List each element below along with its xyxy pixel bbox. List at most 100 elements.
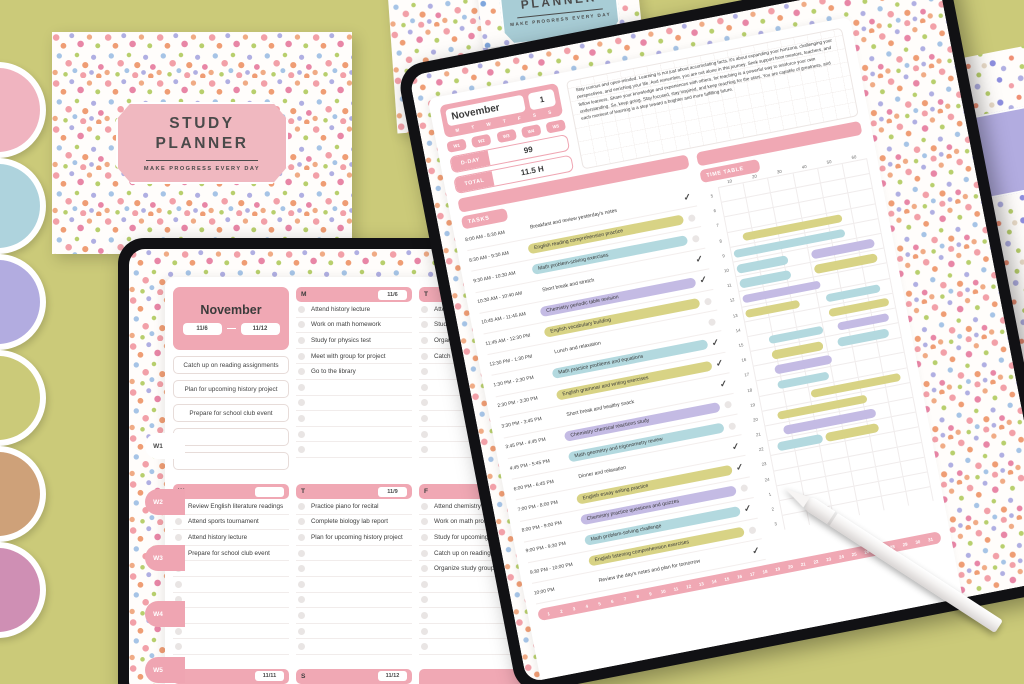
day-strip-number[interactable]: 24 (835, 553, 849, 560)
task-checkbox[interactable]: ✓ (747, 545, 764, 557)
weekly-task-row[interactable] (296, 593, 412, 609)
task-checkbox[interactable] (723, 421, 740, 431)
task-checkbox[interactable]: ✓ (731, 461, 748, 474)
checkbox-circle-icon[interactable] (723, 401, 732, 410)
day-strip-number[interactable]: 19 (771, 565, 785, 572)
checkbox-circle-icon[interactable] (298, 321, 305, 329)
checkbox-circle-icon[interactable] (298, 518, 305, 526)
weekly-goal-4[interactable] (173, 428, 289, 446)
task-checkbox[interactable]: ✓ (727, 441, 744, 453)
checkbox-circle-icon[interactable] (727, 421, 736, 431)
color-tab-tan[interactable] (0, 446, 46, 542)
checkbox-circle-icon[interactable] (739, 484, 748, 493)
weekly-task-row[interactable] (296, 427, 412, 443)
weekly-task-row[interactable] (173, 624, 289, 640)
checkbox-circle-icon[interactable] (298, 368, 305, 376)
checkbox-circle-icon[interactable] (298, 399, 305, 407)
checkbox-circle-icon[interactable] (298, 502, 305, 510)
task-checkbox[interactable] (735, 483, 752, 493)
day-strip-number[interactable]: 14 (707, 578, 721, 585)
daily-week-chip-w4[interactable]: W4 (520, 124, 542, 139)
weekly-date-chip[interactable]: 11/6 (378, 289, 407, 300)
checkbox-circle-icon[interactable] (421, 414, 428, 422)
color-tab-mauve[interactable] (0, 542, 46, 638)
color-tab-olive[interactable] (0, 350, 46, 446)
checkbox-circle-icon[interactable] (298, 596, 305, 604)
checkbox-circle-icon[interactable] (707, 317, 716, 327)
checkbox-circle-icon[interactable] (298, 336, 305, 344)
checkbox-circle-icon[interactable] (298, 549, 305, 557)
daily-day-number[interactable]: 1 (527, 88, 557, 111)
checkbox-circle-icon[interactable] (421, 446, 428, 454)
weekly-date-chip[interactable] (255, 486, 284, 497)
weekly-task-row[interactable] (296, 396, 412, 412)
weekly-day-saturday[interactable]: S11/11Complete homework assignments (173, 668, 289, 684)
weekly-task-row[interactable] (296, 624, 412, 640)
weekly-task-row[interactable]: Work on math homework (296, 318, 412, 334)
weekly-task-row[interactable] (296, 561, 412, 577)
weekly-day-thursday[interactable]: T 11/9 Practice piano for recital Complete … (296, 484, 412, 655)
day-strip-number[interactable]: 23 (822, 555, 836, 562)
weekly-day-monday[interactable]: M 11/6 Attend history lecture Work on math … (296, 287, 412, 470)
checkbox-circle-icon[interactable] (421, 643, 428, 651)
checkbox-circle-icon[interactable] (421, 627, 428, 635)
weekly-date-chip[interactable]: 11/11 (255, 671, 284, 682)
task-checkbox[interactable] (699, 296, 716, 306)
range-start-chip[interactable]: 11/6 (182, 322, 222, 335)
weekly-task-row[interactable] (173, 608, 289, 624)
task-checkbox[interactable]: ✓ (715, 378, 732, 390)
checkbox-circle-icon[interactable] (421, 518, 428, 526)
task-checkbox[interactable] (719, 400, 736, 410)
day-strip-number[interactable]: 16 (733, 573, 747, 580)
checkbox-circle-icon[interactable] (298, 446, 305, 454)
checkbox-circle-icon[interactable] (687, 213, 696, 223)
checkbox-circle-icon[interactable] (298, 533, 305, 541)
day-strip-number[interactable]: 21 (796, 560, 810, 567)
weekly-date-chip[interactable]: 11/9 (378, 486, 407, 497)
week-tab-list[interactable]: W1 W2 W3 W4 W5 (145, 433, 185, 683)
checkbox-circle-icon[interactable] (298, 352, 305, 360)
weekly-task-row[interactable]: Practice piano for recital (296, 499, 412, 515)
daily-week-chip-w1[interactable]: W1 (446, 138, 468, 153)
range-end-chip[interactable]: 11/12 (240, 322, 280, 335)
color-tab-blue[interactable] (0, 158, 46, 254)
checkbox-circle-icon[interactable] (421, 336, 428, 344)
checkbox-circle-icon[interactable] (421, 321, 428, 329)
color-tab-purple[interactable] (0, 254, 46, 350)
weekly-task-row[interactable]: Study for physics test (296, 333, 412, 349)
day-strip-number[interactable]: 8 (631, 593, 645, 600)
checkbox-circle-icon[interactable] (703, 297, 712, 306)
checkbox-circle-icon[interactable] (298, 430, 305, 438)
weekly-task-row[interactable] (296, 442, 412, 458)
weekly-task-row[interactable] (173, 577, 289, 593)
day-strip-number[interactable]: 6 (605, 598, 619, 605)
daily-week-chip-w5[interactable]: W5 (545, 119, 567, 134)
weekly-task-row[interactable] (173, 593, 289, 609)
checkbox-circle-icon[interactable] (421, 352, 428, 360)
task-checkbox[interactable]: ✓ (739, 503, 756, 515)
checkbox-circle-icon[interactable] (421, 580, 428, 588)
week-tab-w1[interactable]: W1 (145, 433, 185, 459)
weekly-task-row[interactable]: Meet with group for project (296, 349, 412, 365)
day-strip-number[interactable]: 29 (898, 541, 912, 548)
weekly-task-row[interactable]: Attend history lecture (296, 302, 412, 318)
weekly-task-row[interactable]: Prepare for school club event (173, 546, 289, 562)
day-strip-number[interactable]: 2 (555, 607, 569, 614)
day-strip-number[interactable]: 13 (695, 580, 709, 587)
task-checkbox[interactable] (683, 213, 700, 223)
daily-week-chip-w2[interactable]: W2 (471, 133, 492, 149)
checkbox-circle-icon[interactable] (298, 414, 305, 422)
checkbox-circle-icon[interactable] (298, 565, 305, 573)
day-strip-number[interactable]: 3 (567, 605, 581, 612)
weekly-task-row[interactable]: Review English literature readings (173, 499, 289, 515)
daily-week-chip-w3[interactable]: W3 (495, 128, 517, 144)
weekly-goal-2[interactable]: Plan for upcoming history project (173, 380, 289, 398)
task-checkbox[interactable] (703, 317, 720, 327)
day-strip-number[interactable]: 10 (656, 588, 670, 595)
weekly-goal-5[interactable] (173, 452, 289, 470)
daily-planner-page[interactable]: November 1 MTWTFSS W1 W2 W3 W4 W5 D-DAY 99 T… (427, 16, 965, 683)
weekly-task-row[interactable] (296, 608, 412, 624)
checkbox-circle-icon[interactable] (298, 305, 305, 313)
day-strip-number[interactable]: 5 (593, 600, 607, 607)
checkbox-circle-icon[interactable] (691, 234, 700, 243)
